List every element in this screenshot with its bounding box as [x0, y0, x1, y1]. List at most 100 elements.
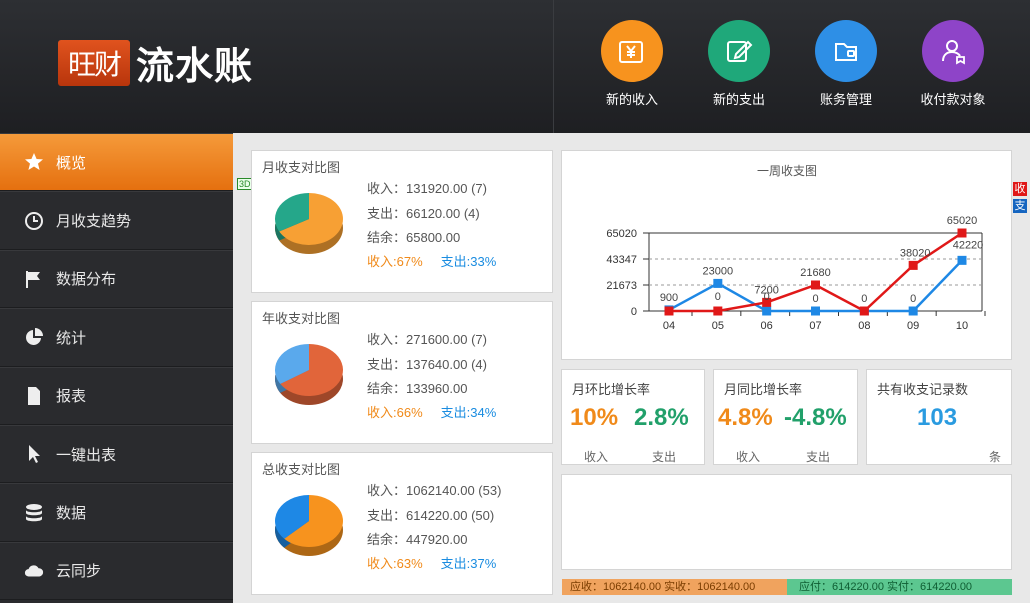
- document-icon: [24, 386, 44, 406]
- expense-label: 支出：: [367, 206, 407, 221]
- y-tick-label: 0: [631, 306, 637, 318]
- data-label: 0: [764, 291, 770, 303]
- total-pie-chart: [275, 495, 343, 556]
- expense-percent: 支出:34%: [440, 405, 497, 420]
- logo-badge: 旺财: [58, 39, 130, 86]
- yoy-growth-panel: 月同比增长率 4.8% -4.8% 收入 支出: [713, 369, 858, 465]
- flag-icon: [24, 269, 44, 289]
- logo-text: 流水账: [136, 46, 254, 88]
- expense-line: 支出：614220.00 (50): [367, 505, 494, 524]
- sidebar-item-data[interactable]: 数据: [0, 483, 233, 542]
- weekly-chart-panel: 一周收支图 65020 43347 21673 0 04 05 06 07 08 09 10 7200…: [561, 150, 1012, 360]
- payable-summary: 应付：614220.00 实付：614220.00: [787, 579, 1012, 595]
- app-logo: 旺财 流水账: [58, 35, 253, 90]
- sidebar-item-monthly-trend[interactable]: 月收支趋势: [0, 191, 233, 250]
- header-divider: [553, 0, 554, 133]
- person-icon: [922, 20, 984, 82]
- record-count-unit: 条: [989, 450, 1002, 464]
- x-tick-label: 06: [761, 320, 773, 332]
- income-label: 收入：: [367, 332, 407, 347]
- income-value: 271600.00 (7): [406, 332, 487, 347]
- y-tick-label: 43347: [606, 254, 637, 266]
- sidebar-item-reports[interactable]: 报表: [0, 366, 233, 425]
- y-tick-label: 21673: [606, 280, 637, 292]
- balance-line: 结余：133960.00: [367, 378, 467, 397]
- sidebar-item-overview[interactable]: 概览: [0, 133, 233, 192]
- data-label: 23000: [703, 265, 734, 277]
- total-compare-panel: 总收支对比图 收入：1062140.00 (53) 支出：614220.00 (…: [251, 452, 553, 595]
- x-tick-label: 04: [663, 320, 675, 332]
- sidebar-item-statistics[interactable]: 统计: [0, 308, 233, 367]
- sidebar-item-label: 月收支趋势: [56, 213, 132, 231]
- sidebar-item-label: 报表: [56, 388, 87, 406]
- app-header: 旺财 流水账 新的收入 新的支出 账务管理 收付款对象: [0, 0, 1030, 133]
- income-line: 收入：131920.00 (7): [367, 178, 487, 197]
- x-tick-label: 09: [907, 320, 919, 332]
- data-point: [859, 306, 869, 316]
- balance-value: 447920.00: [406, 532, 468, 547]
- y-tick-label: 65020: [606, 228, 637, 240]
- clock-icon: [24, 211, 44, 231]
- income-percent: 收入:66%: [367, 405, 423, 420]
- sidebar-item-label: 统计: [56, 329, 87, 347]
- data-point: [713, 278, 723, 288]
- income-percent: 收入:67%: [367, 254, 423, 269]
- income-legend-tag: 收: [1013, 182, 1027, 196]
- account-management-label: 账务管理: [819, 92, 872, 107]
- panel-title: 总收支对比图: [262, 462, 341, 477]
- panel-title: 年收支对比图: [262, 311, 341, 326]
- income-percent: 收入:63%: [367, 556, 423, 571]
- expense-percent: 支出:37%: [440, 556, 497, 571]
- yearly-compare-panel: 年收支对比图 收入：271600.00 (7) 支出：137640.00 (4)…: [251, 301, 553, 444]
- sidebar-item-cloud-sync[interactable]: 云同步: [0, 541, 233, 601]
- income-line: 收入：271600.00 (7): [367, 329, 487, 348]
- star-icon: [24, 152, 44, 172]
- cloud-icon: [24, 561, 44, 581]
- sidebar-item-label: 一键出表: [56, 446, 117, 464]
- expense-value: 66120.00 (4): [406, 206, 480, 221]
- data-point: [908, 260, 918, 270]
- income-caption: 收入: [736, 450, 761, 464]
- new-income-label: 新的收入: [605, 92, 658, 107]
- expense-label: 支出：: [367, 508, 407, 523]
- account-management-button[interactable]: 账务管理: [796, 20, 896, 108]
- receivable-summary: 应收：1062140.00 实收：1062140.00: [562, 579, 787, 595]
- new-income-button[interactable]: 新的收入: [582, 20, 682, 108]
- data-label: 0: [910, 293, 916, 305]
- monthly-pie-chart: [275, 193, 343, 254]
- income-line: 收入：1062140.00 (53): [367, 480, 501, 499]
- record-count-value: 103: [917, 404, 958, 431]
- new-expense-button[interactable]: 新的支出: [689, 20, 789, 108]
- sidebar-item-one-click-export[interactable]: 一键出表: [0, 424, 233, 484]
- data-point: [811, 280, 820, 290]
- payee-label: 收付款对象: [920, 92, 986, 107]
- yoy-income-rate: 4.8%: [718, 404, 773, 431]
- x-tick-label: 08: [858, 320, 870, 332]
- balance-label: 结余：: [367, 230, 407, 245]
- income-caption: 收入: [584, 450, 609, 464]
- expense-percent: 支出:33%: [440, 254, 497, 269]
- data-point: [957, 255, 967, 265]
- income-value: 131920.00 (7): [406, 181, 487, 196]
- percent-line: 收入:66% 支出:34%: [367, 402, 496, 421]
- data-label: 42220: [953, 239, 984, 251]
- expense-caption: 支出: [806, 450, 831, 464]
- mom-income-rate: 10%: [570, 404, 619, 431]
- sidebar-item-distribution[interactable]: 数据分布: [0, 249, 233, 309]
- panel-title: 月收支对比图: [262, 160, 341, 175]
- expense-value: 614220.00 (50): [406, 508, 495, 523]
- income-label: 收入：: [367, 483, 407, 498]
- balance-label: 结余：: [367, 381, 407, 396]
- income-label: 收入：: [367, 181, 407, 196]
- balance-value: 65800.00: [406, 230, 461, 245]
- data-point: [762, 306, 772, 316]
- record-count-panel: 共有收支记录数 103 条: [866, 369, 1012, 465]
- expense-line: 支出：137640.00 (4): [367, 354, 487, 373]
- weekly-line-chart: 一周收支图 650204334721673004 05 06 07 08 09 107200…: [606, 164, 986, 332]
- percent-line: 收入:67% 支出:33%: [367, 251, 496, 270]
- panel-title: 共有收支记录数: [877, 382, 969, 397]
- yen-icon: [601, 20, 663, 82]
- data-label: 900: [660, 292, 678, 304]
- payee-button[interactable]: 收付款对象: [903, 20, 1003, 108]
- expense-caption: 支出: [652, 450, 677, 464]
